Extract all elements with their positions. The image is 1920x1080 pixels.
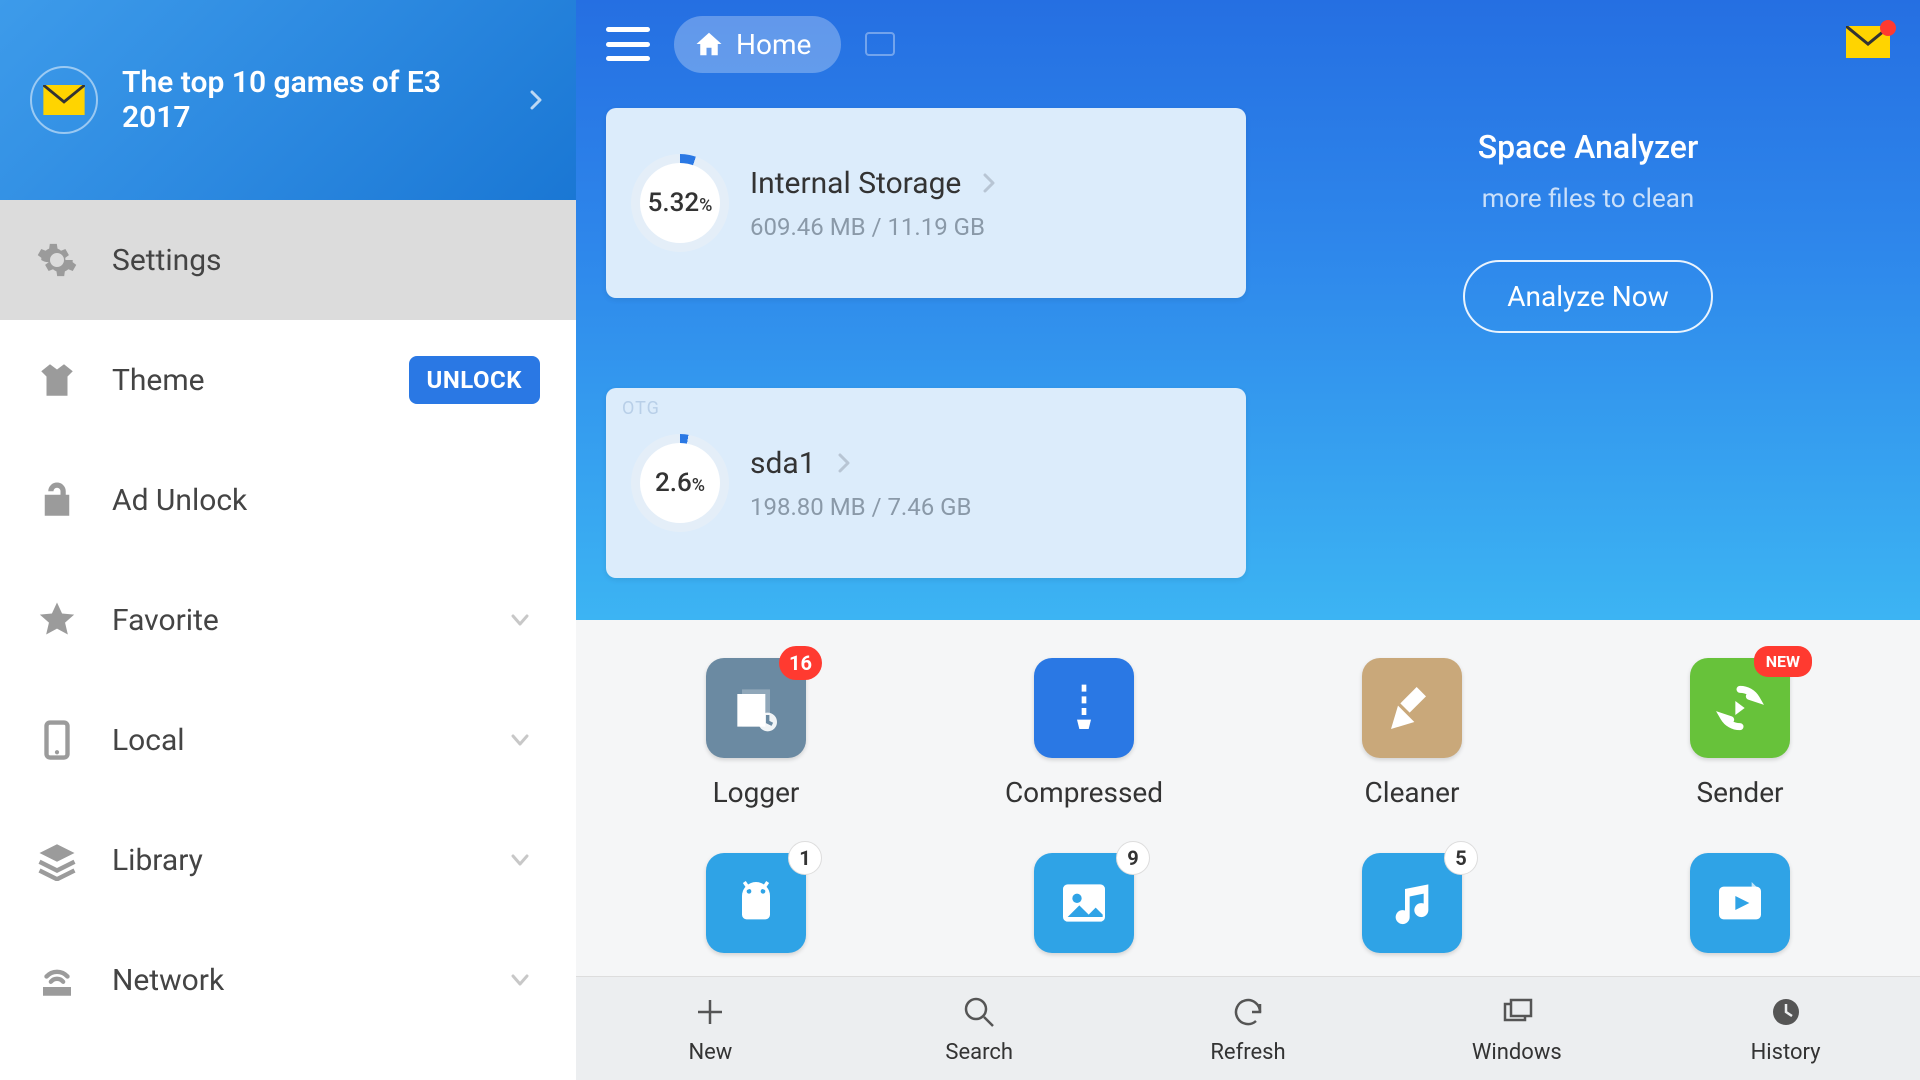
sidebar-item-label: Settings xyxy=(112,243,540,278)
new-badge: NEW xyxy=(1754,646,1812,677)
analyzer-subtitle: more files to clean xyxy=(1482,184,1695,214)
chevron-right-icon xyxy=(979,173,999,193)
sidebar-item-theme[interactable]: Theme UNLOCK xyxy=(0,320,576,440)
chevron-down-icon xyxy=(510,610,530,630)
cleaner-icon xyxy=(1362,658,1462,758)
star-icon xyxy=(36,599,78,641)
storage-column: 5.32% Internal Storage 609.46 MB / 11.19… xyxy=(606,108,1246,620)
tab-home[interactable]: Home xyxy=(674,16,841,73)
images-icon: 9 xyxy=(1034,853,1134,953)
sidebar-item-label: Network xyxy=(112,963,476,998)
usage-ring: 5.32% xyxy=(634,157,726,249)
compressed-icon xyxy=(1034,658,1134,758)
sidebar-item-label: Favorite xyxy=(112,603,476,638)
chevron-right-icon xyxy=(526,90,546,110)
bottombar-label: History xyxy=(1751,1040,1821,1065)
sidebar-item-favorite[interactable]: Favorite xyxy=(0,560,576,680)
topbar: Home xyxy=(576,0,1920,88)
phone-icon xyxy=(36,719,78,761)
usage-ring: 2.6% xyxy=(634,437,726,529)
count-badge: 5 xyxy=(1444,841,1478,875)
unlock-badge: UNLOCK xyxy=(409,356,541,404)
notification-dot xyxy=(1880,20,1896,36)
movies-icon xyxy=(1690,853,1790,953)
usage-percent: 2.6% xyxy=(655,468,705,498)
mail-icon xyxy=(30,66,98,134)
tool-label: Compressed xyxy=(1005,776,1163,809)
tool-sender[interactable]: NEW Sender xyxy=(1640,658,1840,809)
sidebar-item-local[interactable]: Local xyxy=(0,680,576,800)
space-analyzer-panel: Space Analyzer more files to clean Analy… xyxy=(1286,108,1890,620)
chevron-down-icon xyxy=(510,730,530,750)
window-icon[interactable] xyxy=(865,32,895,56)
bottombar-refresh[interactable]: Refresh xyxy=(1148,992,1348,1065)
bottombar-label: New xyxy=(688,1040,732,1065)
tool-compressed[interactable]: Compressed xyxy=(984,658,1184,809)
sidebar-item-label: Ad Unlock xyxy=(112,483,540,518)
sidebar-item-label: Theme xyxy=(112,363,375,398)
count-badge: 9 xyxy=(1116,841,1150,875)
tool-logger[interactable]: 16 Logger xyxy=(656,658,856,809)
storage-title: sda1 xyxy=(750,446,816,481)
chevron-down-icon xyxy=(510,850,530,870)
app-icon: 1 xyxy=(706,853,806,953)
sidebar-item-adunlock[interactable]: Ad Unlock xyxy=(0,440,576,560)
count-badge: 1 xyxy=(788,841,822,875)
shirt-icon xyxy=(36,359,78,401)
count-badge: 16 xyxy=(779,646,822,680)
bottombar-label: Refresh xyxy=(1210,1040,1285,1065)
sidebar-item-settings[interactable]: Settings xyxy=(0,200,576,320)
lock-open-icon xyxy=(36,479,78,521)
tool-label: Sender xyxy=(1696,776,1783,809)
tab-label: Home xyxy=(736,28,811,61)
refresh-icon xyxy=(1228,992,1268,1032)
storage-details: 198.80 MB / 7.46 GB xyxy=(750,493,1218,521)
storage-card-sda1[interactable]: OTG 2.6% sda1 198.80 MB / 7.46 GB xyxy=(606,388,1246,578)
bottombar-label: Search xyxy=(945,1040,1013,1065)
tool-label: Cleaner xyxy=(1365,776,1460,809)
banner-title: The top 10 games of E3 2017 xyxy=(122,65,502,135)
search-icon xyxy=(959,992,999,1032)
storage-details: 609.46 MB / 11.19 GB xyxy=(750,213,1218,241)
hero: Home 5.32% Internal Storage 609.46 MB / … xyxy=(576,0,1920,620)
notification-mail-icon[interactable] xyxy=(1846,26,1890,62)
windows-icon xyxy=(1497,992,1537,1032)
gear-icon xyxy=(36,239,78,281)
storage-title: Internal Storage xyxy=(750,166,961,201)
sidebar-item-label: Library xyxy=(112,843,476,878)
sidebar-item-library[interactable]: Library xyxy=(0,800,576,920)
otg-tag: OTG xyxy=(622,398,660,419)
tool-label: Logger xyxy=(713,776,800,809)
tool-cleaner[interactable]: Cleaner xyxy=(1312,658,1512,809)
sidebar-item-label: Local xyxy=(112,723,476,758)
bottombar-history[interactable]: History xyxy=(1686,992,1886,1065)
usage-percent: 5.32% xyxy=(648,188,713,218)
bottombar-windows[interactable]: Windows xyxy=(1417,992,1617,1065)
layers-icon xyxy=(36,839,78,881)
home-icon xyxy=(694,29,724,59)
sidebar: The top 10 games of E3 2017 Settings The… xyxy=(0,0,576,1080)
sidebar-item-network[interactable]: Network xyxy=(0,920,576,1040)
chevron-right-icon xyxy=(834,453,854,473)
main: Home 5.32% Internal Storage 609.46 MB / … xyxy=(576,0,1920,1080)
analyzer-title: Space Analyzer xyxy=(1478,128,1699,166)
analyze-now-button[interactable]: Analyze Now xyxy=(1463,260,1712,333)
chevron-down-icon xyxy=(510,970,530,990)
sidebar-banner[interactable]: The top 10 games of E3 2017 xyxy=(0,0,576,200)
sender-icon: NEW xyxy=(1690,658,1790,758)
bottom-bar: New Search Refresh Windows History xyxy=(576,976,1920,1080)
hamburger-icon[interactable] xyxy=(606,27,650,61)
bottombar-new[interactable]: New xyxy=(610,992,810,1065)
music-icon: 5 xyxy=(1362,853,1462,953)
logger-icon: 16 xyxy=(706,658,806,758)
bottombar-search[interactable]: Search xyxy=(879,992,1079,1065)
clock-icon xyxy=(1766,992,1806,1032)
plus-icon xyxy=(690,992,730,1032)
storage-card-internal[interactable]: 5.32% Internal Storage 609.46 MB / 11.19… xyxy=(606,108,1246,298)
bottombar-label: Windows xyxy=(1472,1040,1562,1065)
router-icon xyxy=(36,959,78,1001)
